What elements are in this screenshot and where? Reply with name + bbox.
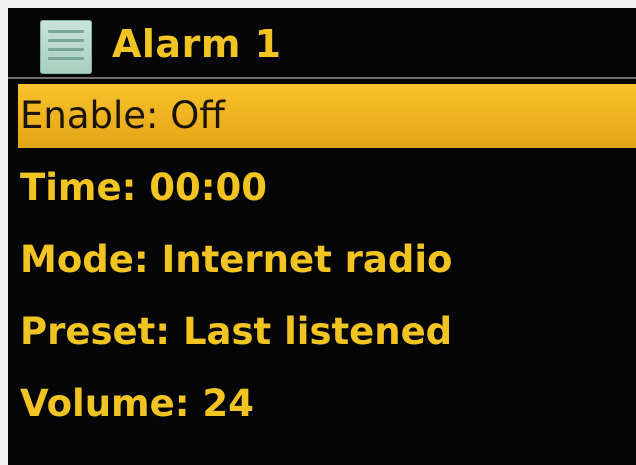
menu-item-enable[interactable]: Enable: Off xyxy=(18,84,636,148)
menu-header: Alarm 1 xyxy=(8,8,636,76)
menu-item-time[interactable]: Time: 00:00 xyxy=(18,156,636,220)
page-title: Alarm 1 xyxy=(112,22,282,66)
header-divider xyxy=(8,77,636,79)
radio-display: Alarm 1 Enable: Off Time: 00:00 Mode: In… xyxy=(8,8,636,465)
list-icon xyxy=(40,20,92,74)
menu-item-preset[interactable]: Preset: Last listened xyxy=(18,300,636,364)
menu-item-volume[interactable]: Volume: 24 xyxy=(18,372,636,436)
menu-item-mode[interactable]: Mode: Internet radio xyxy=(18,228,636,292)
